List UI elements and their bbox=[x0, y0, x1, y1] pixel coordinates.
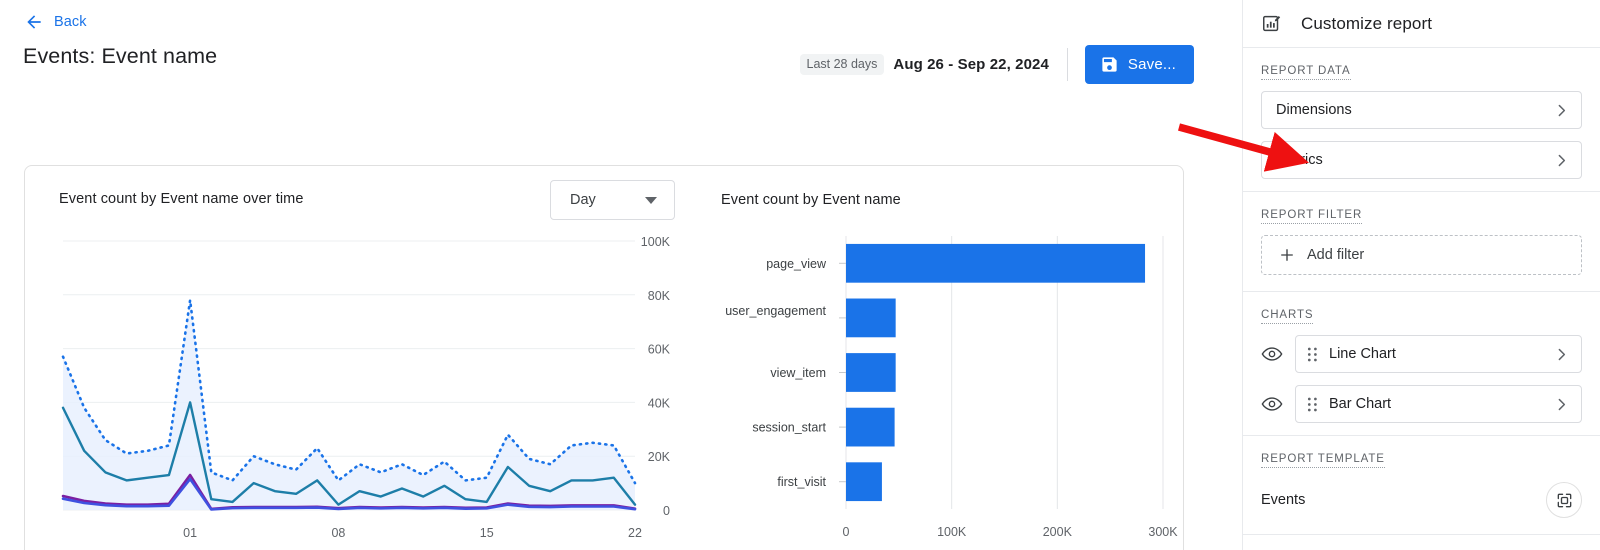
bar-category-label: first_visit bbox=[777, 475, 826, 489]
section-label-report-filter: REPORT FILTER bbox=[1261, 192, 1363, 224]
bar-category-label: user_engagement bbox=[725, 304, 826, 318]
link-template-button[interactable] bbox=[1546, 482, 1582, 518]
date-preset-chip[interactable]: Last 28 days bbox=[799, 54, 885, 75]
header-actions: Last 28 days Aug 26 - Sep 22, 2024 Save.… bbox=[799, 45, 1194, 84]
eye-icon[interactable] bbox=[1261, 393, 1283, 415]
save-button-label: Save... bbox=[1127, 56, 1176, 73]
y-axis-tick-label: 60K bbox=[648, 343, 671, 357]
bar-chart-label: Bar Chart bbox=[1329, 396, 1392, 412]
drag-handle-icon[interactable] bbox=[1307, 396, 1318, 413]
edit-chart-icon bbox=[1263, 15, 1281, 31]
metrics-label: Metrics bbox=[1276, 152, 1323, 168]
x-axis-tick-label: 300K bbox=[1148, 525, 1178, 539]
panel-title: Customize report bbox=[1301, 13, 1433, 33]
back-link[interactable]: Back bbox=[24, 12, 87, 32]
sidebar-item-metrics[interactable]: Metrics bbox=[1261, 141, 1582, 179]
chevron-right-icon bbox=[1558, 398, 1566, 410]
x-axis-tick-label: 200K bbox=[1043, 525, 1073, 539]
drag-handle-icon[interactable] bbox=[1307, 346, 1318, 363]
x-axis-tick-label: 0 bbox=[843, 525, 850, 539]
sidebar-item-line-chart[interactable]: Line Chart bbox=[1295, 335, 1582, 373]
x-axis-tick-label: 08 bbox=[331, 526, 345, 540]
bar-session_start bbox=[846, 407, 895, 447]
add-filter-label: Add filter bbox=[1307, 247, 1365, 263]
section-label-report-template: REPORT TEMPLATE bbox=[1261, 436, 1385, 468]
chart-row-bar: Bar Chart bbox=[1261, 385, 1582, 423]
sidebar-item-dimensions[interactable]: Dimensions bbox=[1261, 91, 1582, 129]
arrow-left-icon bbox=[27, 15, 41, 29]
bar-page_view bbox=[846, 243, 1146, 283]
section-report-data: REPORT DATA Dimensions Metrics bbox=[1243, 48, 1600, 192]
chevron-right-icon bbox=[1558, 104, 1566, 116]
report-template-name: Events bbox=[1261, 492, 1306, 508]
report-template-row: Events bbox=[1261, 479, 1582, 534]
panel-header: Customize report bbox=[1243, 0, 1600, 48]
save-disk-icon bbox=[1102, 57, 1117, 72]
bar-chart-plot[interactable]: 0 100K 200K 300K page_view user_engagementvie… bbox=[685, 166, 1185, 550]
y-axis-tick-label: 20K bbox=[648, 450, 671, 464]
back-label: Back bbox=[54, 14, 87, 30]
line-chart-label: Line Chart bbox=[1329, 346, 1396, 362]
x-axis-tick-label: 22 bbox=[628, 526, 642, 540]
customize-report-panel: Customize report REPORT DATA Dimensions … bbox=[1242, 0, 1600, 550]
x-axis-tick-label: 01 bbox=[183, 526, 197, 540]
x-axis-tick-label: 100K bbox=[937, 525, 967, 539]
line-chart-plot[interactable]: 0 20K 40K 60K 80K 100K 01 08 15 22 bbox=[25, 166, 685, 550]
chevron-right-icon bbox=[1558, 348, 1566, 360]
app-root: Back Events: Event name Last 28 days Aug… bbox=[0, 0, 1600, 550]
add-filter-button[interactable]: Add filter bbox=[1261, 235, 1582, 275]
bar-first_visit bbox=[846, 462, 882, 502]
charts-card: Event count by Event name over time Day … bbox=[24, 165, 1184, 550]
bar-category-label: page_view bbox=[766, 257, 827, 271]
dimensions-label: Dimensions bbox=[1276, 102, 1352, 118]
section-report-filter: REPORT FILTER Add filter bbox=[1243, 192, 1600, 292]
bar-chart-svg: 0 100K 200K 300K page_view user_engagementvie… bbox=[725, 236, 1178, 539]
y-axis-tick-label: 100K bbox=[641, 235, 671, 249]
y-axis-tick-label: 80K bbox=[648, 289, 671, 303]
y-axis-tick-label: 40K bbox=[648, 396, 671, 410]
link-template-icon bbox=[1557, 493, 1571, 507]
bar-user_engagement bbox=[846, 298, 896, 338]
line-chart-svg: 0 20K 40K 60K 80K 100K 01 08 15 22 bbox=[61, 235, 671, 540]
page-title: Events: Event name bbox=[23, 44, 218, 68]
x-axis-tick-label: 15 bbox=[480, 526, 494, 540]
main-content: Back Events: Event name Last 28 days Aug… bbox=[0, 0, 1242, 550]
chart-row-line: Line Chart bbox=[1261, 335, 1582, 373]
eye-icon[interactable] bbox=[1261, 343, 1283, 365]
save-button[interactable]: Save... bbox=[1084, 45, 1194, 84]
section-label-report-data: REPORT DATA bbox=[1261, 48, 1351, 80]
bar-view_item bbox=[846, 353, 896, 392]
sidebar-item-bar-chart[interactable]: Bar Chart bbox=[1295, 385, 1582, 423]
section-label-charts: CHARTS bbox=[1261, 292, 1314, 324]
plus-icon bbox=[1281, 249, 1293, 261]
bar-category-label: session_start bbox=[752, 421, 826, 435]
section-report-template: REPORT TEMPLATE Events bbox=[1243, 436, 1600, 535]
chevron-right-icon bbox=[1558, 154, 1566, 166]
bar-category-label: view_item bbox=[770, 366, 826, 380]
date-range-label[interactable]: Aug 26 - Sep 22, 2024 bbox=[893, 56, 1049, 73]
y-axis-tick-label: 0 bbox=[663, 504, 670, 518]
section-charts: CHARTS Line Chart Bar Chart bbox=[1243, 292, 1600, 436]
header-divider bbox=[1066, 48, 1068, 81]
